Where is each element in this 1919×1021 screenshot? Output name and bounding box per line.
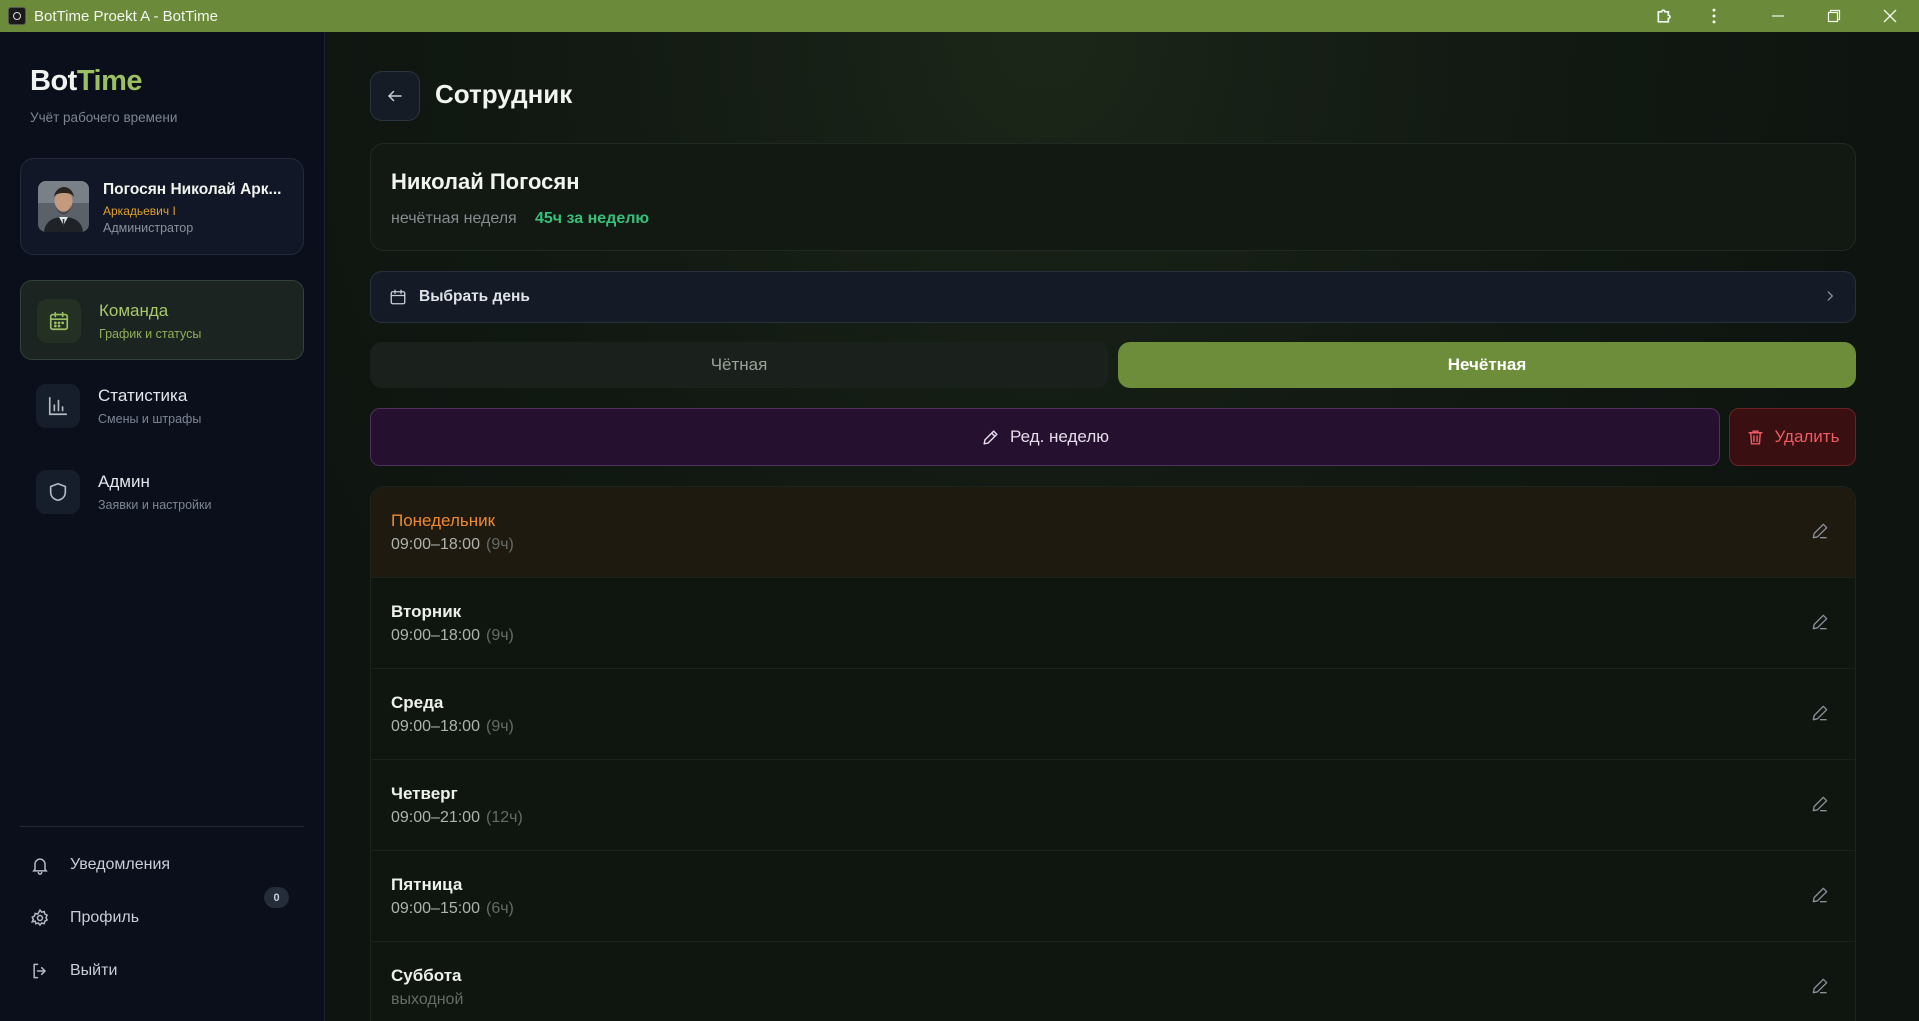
window-title: BotTime Proekt A - BotTime	[34, 7, 218, 25]
gear-icon	[30, 908, 60, 928]
notifications-label: Уведомления	[70, 856, 171, 873]
day-row-wednesday[interactable]: Среда 09:00–18:00 (9ч)	[371, 669, 1855, 760]
minimize-icon[interactable]	[1750, 0, 1806, 32]
pencil-icon	[981, 428, 1000, 447]
nav-item-label: Статистика	[98, 386, 188, 405]
day-row-thursday[interactable]: Четверг 09:00–21:00 (12ч)	[371, 760, 1855, 851]
user-patronymic: Аркадьевич I	[103, 204, 176, 218]
arrow-left-icon	[388, 90, 402, 102]
day-time-range: 09:00–18:00	[391, 718, 480, 735]
day-duration: (9ч)	[485, 718, 514, 735]
logout-icon	[30, 961, 60, 981]
window-titlebar: BotTime Proekt A - BotTime	[0, 0, 1919, 32]
day-time: 09:00–21:00 (12ч)	[391, 809, 523, 827]
nav-item-sublabel: Заявки и настройки	[98, 498, 212, 512]
main-content: Сотрудник Николай Погосян нечётная недел…	[326, 32, 1919, 1021]
shield-icon	[36, 470, 80, 514]
day-schedule-list: Понедельник 09:00–18:00 (9ч) Вторник 09:0…	[370, 486, 1856, 1021]
edit-week-button[interactable]: Ред. неделю	[370, 408, 1720, 466]
pencil-icon[interactable]	[1810, 885, 1830, 910]
day-time-range: 09:00–21:00	[391, 809, 480, 826]
day-name: Суббота	[391, 966, 462, 985]
user-name: Погосян Николай Арк...	[103, 181, 282, 198]
day-name: Пятница	[391, 875, 463, 894]
chevron-right-icon	[1823, 289, 1837, 308]
sidebar-divider	[20, 826, 304, 827]
day-time: 09:00–18:00 (9ч)	[391, 718, 514, 736]
app-icon	[8, 7, 26, 25]
user-card[interactable]: Погосян Николай Арк... Аркадьевич I Адми…	[20, 158, 304, 255]
employee-name: Николай Погосян	[391, 169, 580, 194]
logout-link[interactable]: Выйти	[30, 956, 290, 986]
pencil-icon[interactable]	[1810, 703, 1830, 728]
nav-item-sublabel: График и статусы	[99, 327, 202, 341]
avatar	[38, 181, 89, 232]
nav-item-team[interactable]: Команда График и статусы	[20, 280, 304, 360]
day-row-saturday[interactable]: Суббота выходной	[371, 942, 1855, 1021]
calendar-icon	[389, 288, 407, 311]
calendar-icon	[37, 299, 81, 343]
day-picker-label: Выбрать день	[419, 288, 530, 305]
tab-odd-week[interactable]: Нечётная	[1118, 342, 1856, 388]
day-time-range: выходной	[391, 991, 464, 1008]
page-title: Сотрудник	[435, 79, 573, 109]
day-picker-button[interactable]: Выбрать день	[370, 271, 1856, 323]
day-duration: (9ч)	[485, 627, 514, 644]
profile-label: Профиль	[70, 909, 140, 926]
trash-icon	[1746, 428, 1765, 447]
employee-card: Николай Погосян нечётная неделя 45ч за н…	[370, 143, 1856, 251]
day-name: Среда	[391, 693, 444, 712]
profile-link[interactable]: Профиль	[30, 903, 290, 933]
delete-label: Удалить	[1774, 427, 1840, 446]
day-name: Понедельник	[391, 511, 496, 530]
day-duration: (9ч)	[485, 536, 514, 553]
bar-chart-icon	[36, 384, 80, 428]
day-time: 09:00–18:00 (9ч)	[391, 627, 514, 645]
day-duration: (6ч)	[485, 900, 514, 917]
extensions-icon[interactable]	[1637, 0, 1693, 32]
day-row-monday[interactable]: Понедельник 09:00–18:00 (9ч)	[371, 487, 1855, 578]
restore-icon[interactable]	[1806, 0, 1862, 32]
logo-part-bot: Bot	[30, 65, 77, 97]
more-options-icon[interactable]	[1686, 0, 1742, 32]
app-tagline: Учёт рабочего времени	[30, 110, 178, 125]
notifications-link[interactable]: Уведомления	[30, 850, 290, 880]
pencil-icon[interactable]	[1810, 521, 1830, 546]
nav-item-label: Админ	[98, 472, 150, 491]
tab-even-week[interactable]: Чётная	[370, 342, 1108, 388]
nav-item-label: Команда	[99, 301, 169, 320]
day-time-range: 09:00–18:00	[391, 536, 480, 553]
day-time-range: 09:00–15:00	[391, 900, 480, 917]
employee-week-type: нечётная неделя	[391, 210, 517, 227]
edit-week-label: Ред. неделю	[1010, 427, 1109, 446]
day-row-tuesday[interactable]: Вторник 09:00–18:00 (9ч)	[371, 578, 1855, 669]
day-time: 09:00–18:00 (9ч)	[391, 536, 514, 554]
day-time-range: 09:00–18:00	[391, 627, 480, 644]
pencil-icon[interactable]	[1810, 794, 1830, 819]
day-name: Четверг	[391, 784, 458, 803]
bell-icon	[30, 855, 60, 875]
delete-button[interactable]: Удалить	[1729, 408, 1856, 466]
back-button[interactable]	[370, 71, 420, 121]
employee-weekly-hours: 45ч за неделю	[535, 210, 650, 227]
nav-item-statistics[interactable]: Статистика Смены и штрафы	[20, 366, 304, 446]
pencil-icon[interactable]	[1810, 976, 1830, 1001]
pencil-icon[interactable]	[1810, 612, 1830, 637]
user-role: Администратор	[103, 221, 194, 235]
day-time: 09:00–15:00 (6ч)	[391, 900, 514, 918]
logout-label: Выйти	[70, 962, 118, 979]
day-row-friday[interactable]: Пятница 09:00–15:00 (6ч)	[371, 851, 1855, 942]
app-logo[interactable]: BotTime	[30, 65, 143, 98]
nav-item-sublabel: Смены и штрафы	[98, 412, 202, 426]
logo-part-time: Time	[76, 65, 143, 97]
day-duration: (12ч)	[485, 809, 523, 826]
day-time: выходной	[391, 991, 463, 1009]
sidebar: BotTime Учёт рабочего времени Погосян Ни…	[0, 32, 325, 1021]
nav-item-admin[interactable]: Админ Заявки и настройки	[20, 452, 304, 532]
day-name: Вторник	[391, 602, 462, 621]
close-icon[interactable]	[1862, 0, 1918, 32]
